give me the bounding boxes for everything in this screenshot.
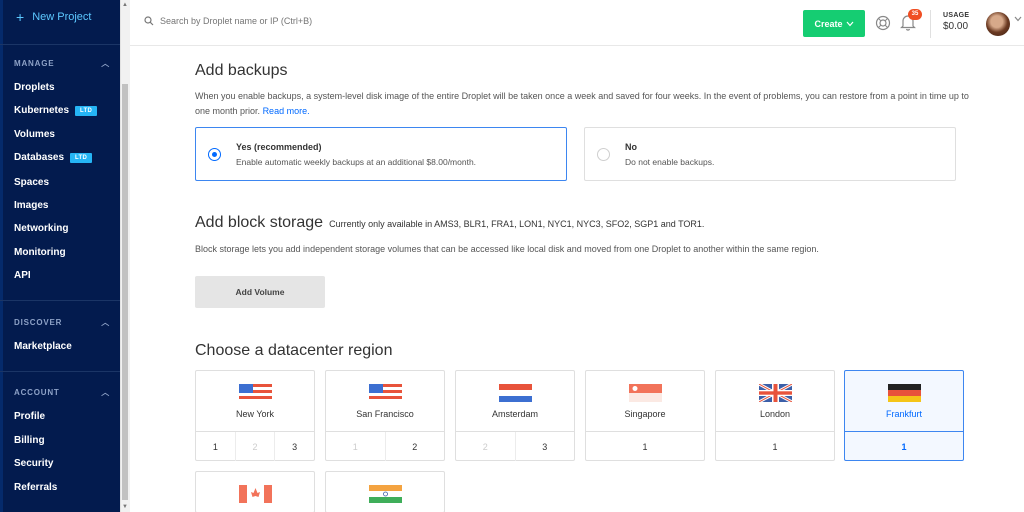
region-toronto[interactable] [195, 471, 315, 512]
us-flag-icon [369, 384, 402, 402]
search-icon [144, 16, 154, 26]
search-bar[interactable] [144, 16, 420, 26]
section-manage[interactable]: MANAGE ︿ [14, 58, 110, 69]
create-button[interactable]: Create [803, 10, 865, 37]
topbar-separator [930, 10, 931, 38]
main-content: Add backups When you enable backups, a s… [130, 47, 1024, 512]
datacenter-number: 2 [482, 442, 488, 452]
search-input[interactable] [160, 16, 420, 26]
sidebar-item-spaces[interactable]: Spaces [14, 177, 49, 188]
read-more-link[interactable]: Read more. [263, 106, 310, 116]
sidebar-item-networking[interactable]: Networking [14, 223, 68, 234]
datacenter-number: 1 [352, 442, 358, 452]
sidebar-item-kubernetes[interactable]: Kubernetes LTD [14, 105, 98, 116]
usage-indicator[interactable]: USAGE $0.00 [943, 12, 969, 32]
region-singapore[interactable]: Singapore 1 [585, 370, 705, 461]
sg-flag-icon [629, 384, 662, 402]
region-datacenter-numbers: 1 2 3 [196, 431, 314, 461]
scroll-down-icon[interactable]: ▼ [120, 502, 130, 512]
region-datacenter-numbers: 1 [716, 431, 834, 461]
sidebar-item-profile[interactable]: Profile [14, 411, 45, 422]
nl-flag-icon [499, 384, 532, 402]
sidebar-item-marketplace[interactable]: Marketplace [14, 341, 72, 352]
sidebar-item-volumes[interactable]: Volumes [14, 129, 55, 140]
chevron-up-icon: ︿ [101, 388, 110, 397]
backup-yes-option[interactable]: Yes (recommended) Enable automatic weekl… [195, 127, 567, 181]
radio-unselected-icon[interactable] [597, 148, 610, 161]
datacenter-number[interactable]: 3 [274, 432, 314, 461]
ltd-badge: LTD [75, 105, 98, 116]
region-datacenter-numbers: 2 3 [456, 431, 574, 461]
scrollbar-thumb[interactable] [122, 84, 128, 500]
region-london[interactable]: London 1 [715, 370, 835, 461]
usage-value: $0.00 [943, 21, 969, 32]
sidebar: + New Project MANAGE ︿ Droplets Kubernete… [0, 0, 120, 512]
region-frankfurt[interactable]: Frankfurt 1 [844, 370, 964, 461]
sidebar-item-api[interactable]: API [14, 270, 31, 281]
region-bangalore[interactable] [325, 471, 445, 512]
block-storage-description: Block storage lets you add independent s… [195, 244, 819, 254]
datacenter-number[interactable]: 1 [196, 432, 235, 461]
sidebar-item-monitoring[interactable]: Monitoring [14, 247, 66, 258]
datacenter-number[interactable]: 1 [845, 432, 963, 461]
backups-title: Add backups [195, 62, 288, 79]
sidebar-edge [0, 0, 3, 512]
region-datacenter-numbers: 1 [586, 431, 704, 461]
top-bar: Create 35 USAGE $0.00 [130, 0, 1024, 46]
chevron-up-icon: ︿ [101, 318, 110, 327]
sidebar-item-droplets[interactable]: Droplets [14, 82, 55, 93]
help-icon[interactable] [875, 15, 891, 31]
chevron-down-icon [846, 21, 853, 26]
plus-icon: + [16, 9, 25, 25]
chevron-up-icon: ︿ [101, 59, 110, 68]
sidebar-item-referrals[interactable]: Referrals [14, 482, 57, 493]
uk-flag-icon [759, 384, 792, 402]
add-volume-button[interactable]: Add Volume [195, 276, 325, 308]
sidebar-item-databases[interactable]: Databases LTD [14, 152, 93, 163]
new-project-button[interactable]: + New Project [16, 10, 91, 24]
notification-badge: 35 [908, 9, 922, 20]
datacenter-number[interactable]: 2 [384, 432, 445, 461]
sidebar-divider [0, 300, 120, 301]
datacenter-number[interactable]: 1 [586, 432, 704, 461]
us-flag-icon [239, 384, 272, 402]
datacenter-number: 2 [234, 432, 275, 461]
ltd-badge: LTD [70, 152, 93, 163]
usage-label: USAGE [943, 12, 970, 19]
avatar[interactable] [986, 12, 1010, 36]
block-storage-subtitle: Currently only available in AMS3, BLR1, … [329, 219, 705, 229]
region-datacenter-numbers: 1 2 [326, 431, 444, 461]
region-san-francisco[interactable]: San Francisco 1 2 [325, 370, 445, 461]
sidebar-item-billing[interactable]: Billing [14, 435, 45, 446]
datacenter-title: Choose a datacenter region [195, 342, 393, 359]
sidebar-divider [0, 371, 120, 372]
backup-no-option[interactable]: No Do not enable backups. [584, 127, 956, 181]
region-amsterdam[interactable]: Amsterdam 2 3 [455, 370, 575, 461]
ca-flag-icon [239, 485, 272, 503]
datacenter-number[interactable]: 3 [514, 432, 575, 461]
scroll-up-icon[interactable]: ▲ [120, 0, 130, 10]
region-new-york[interactable]: New York 1 2 3 [195, 370, 315, 461]
new-project-label: New Project [32, 11, 92, 23]
section-account[interactable]: ACCOUNT ︿ [14, 387, 110, 398]
datacenter-number[interactable]: 1 [716, 432, 834, 461]
sidebar-divider [0, 44, 120, 45]
block-storage-title: Add block storage Currently only availabl… [195, 214, 705, 231]
radio-selected-icon[interactable] [208, 148, 221, 161]
sidebar-item-security[interactable]: Security [14, 458, 53, 469]
backups-description: When you enable backups, a system-level … [195, 91, 969, 116]
sidebar-item-images[interactable]: Images [14, 200, 48, 211]
region-datacenter-numbers: 1 [845, 431, 963, 461]
section-discover[interactable]: DISCOVER ︿ [14, 317, 110, 328]
chevron-down-icon[interactable] [1014, 16, 1022, 22]
de-flag-icon [888, 384, 921, 402]
in-flag-icon [369, 485, 402, 503]
